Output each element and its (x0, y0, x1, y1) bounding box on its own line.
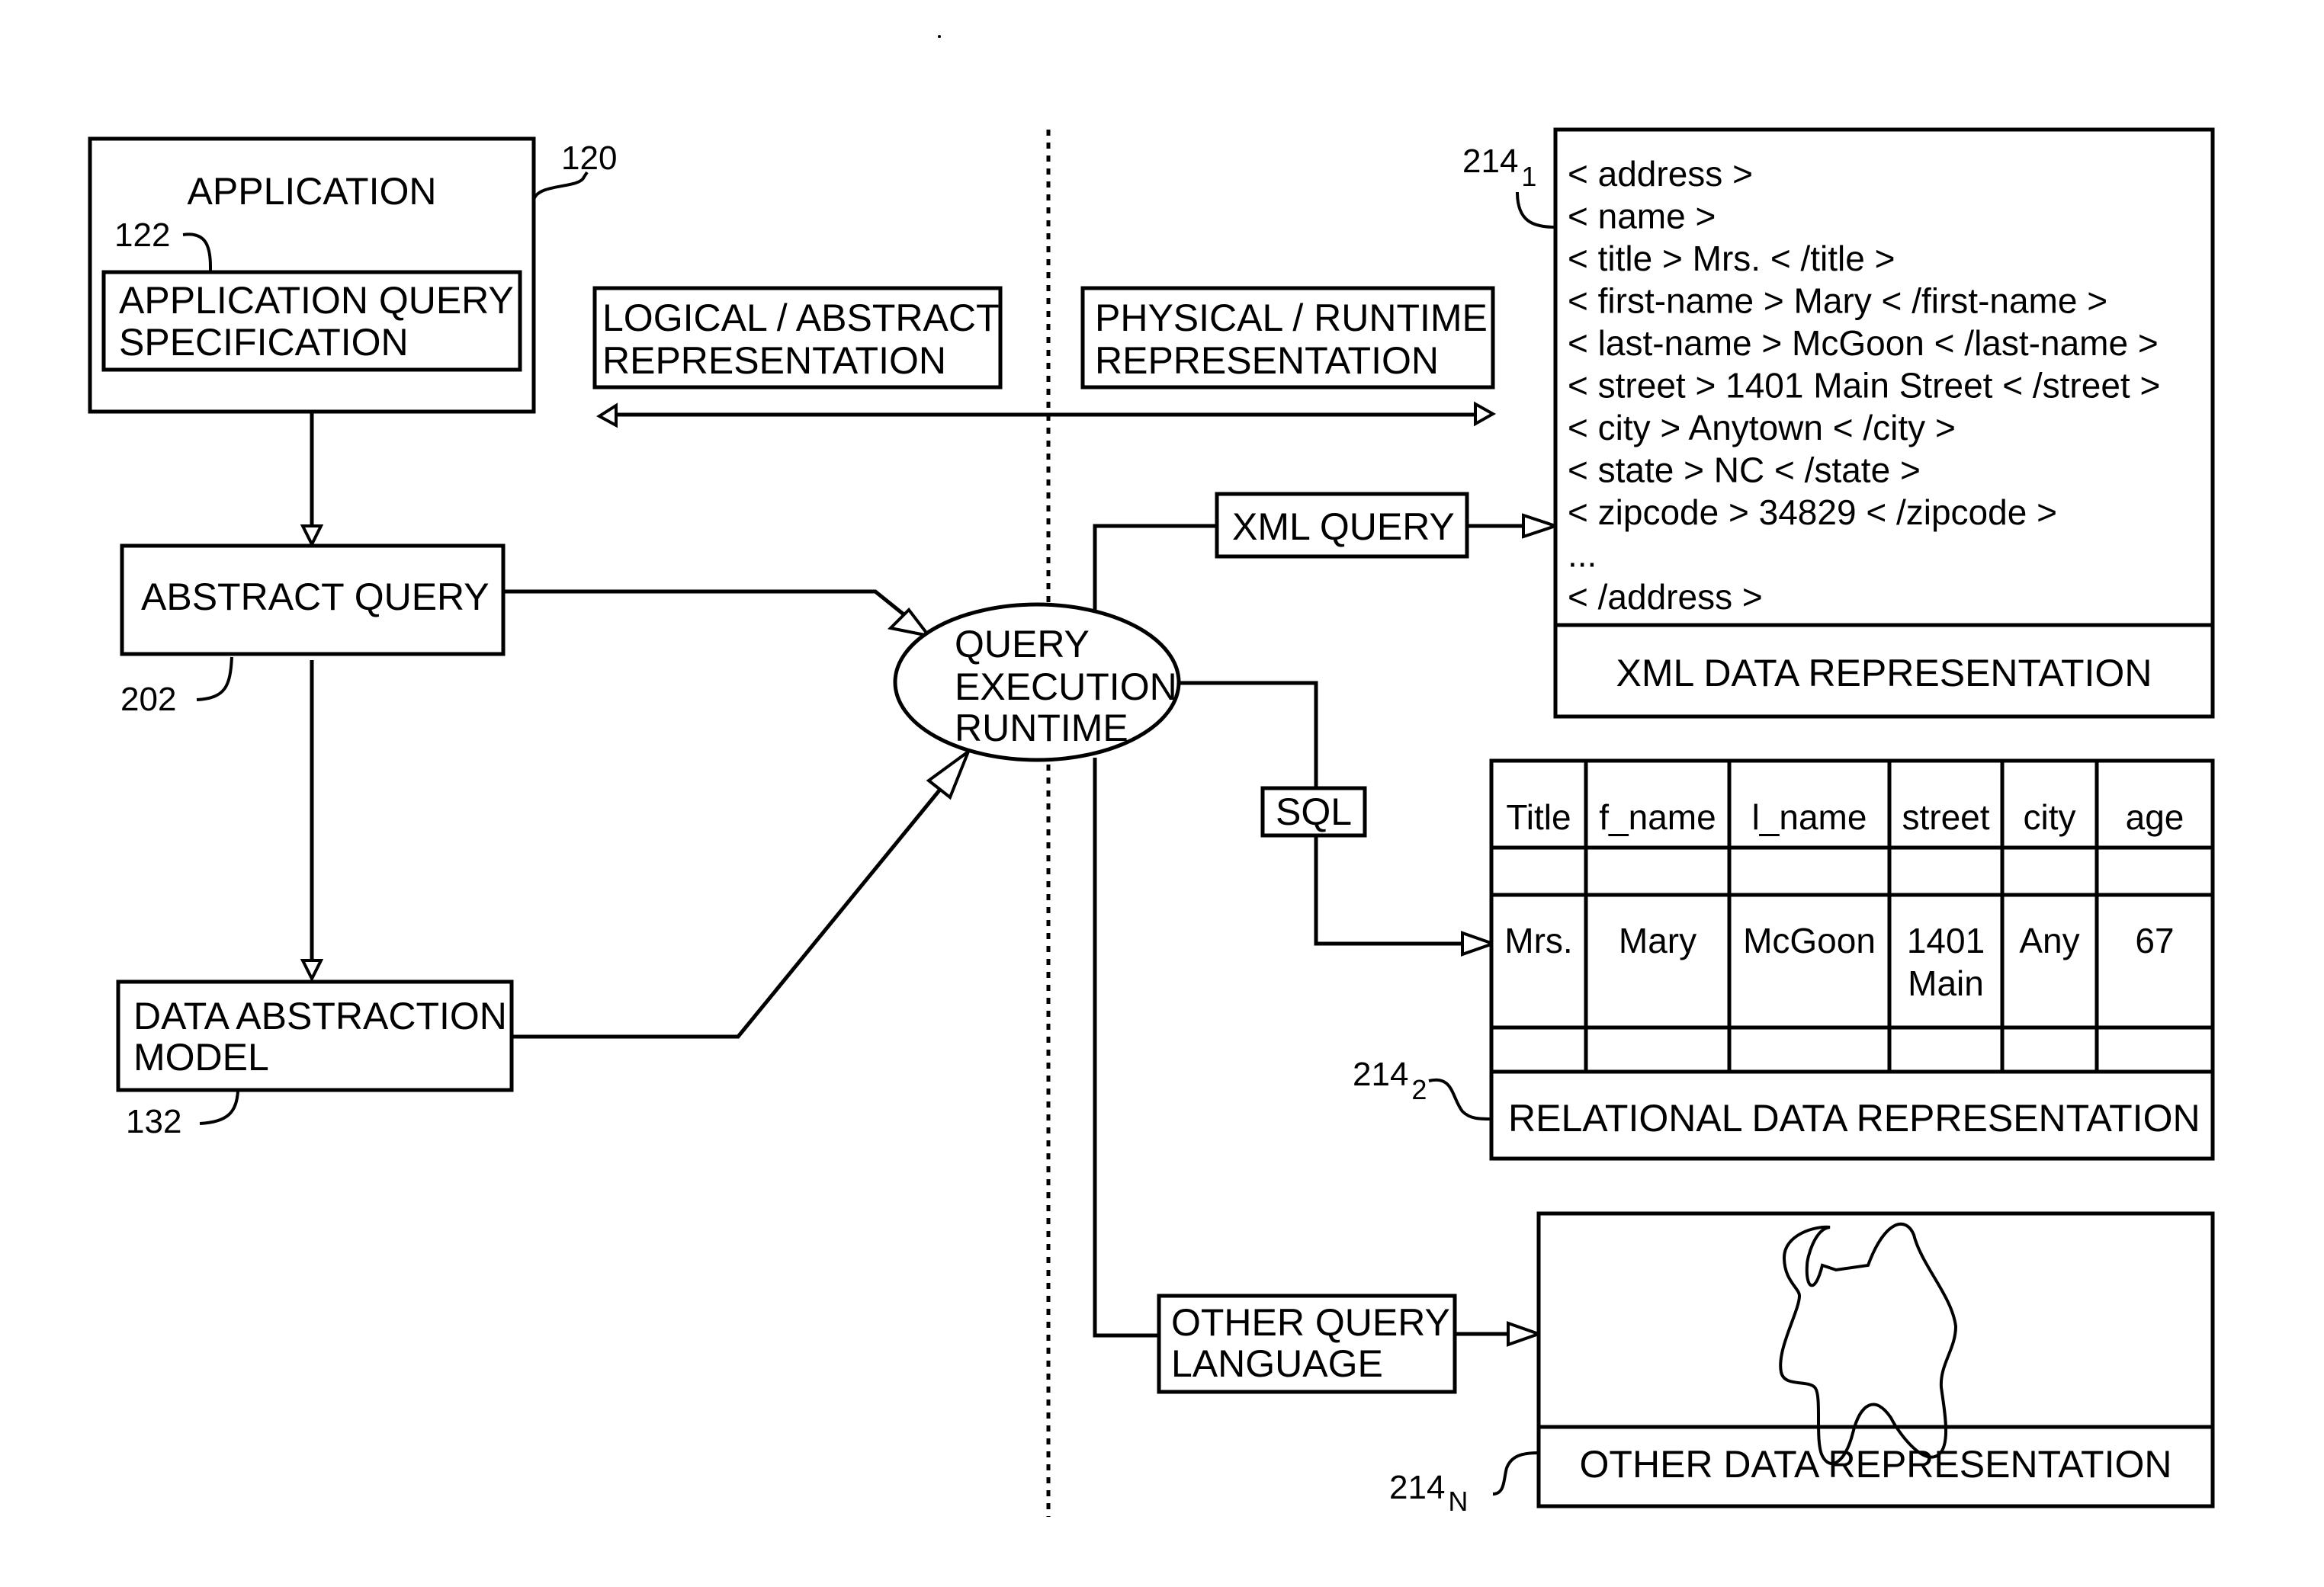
table-header-cell: l_name (1752, 797, 1867, 837)
query-architecture-diagram: APPLICATION APPLICATION QUERY SPECIFICAT… (88, 35, 2215, 1517)
ref-132: 132 (126, 1103, 181, 1140)
ref-132-leader (199, 1091, 239, 1125)
relational-repr-caption: RELATIONAL DATA REPRESENTATION (1508, 1097, 2200, 1140)
ref-214-n-sub: N (1448, 1486, 1468, 1517)
relational-data-representation[interactable]: Title f_name l_name street city age Mrs. Mary Mc… (1489, 758, 2215, 1161)
ref-214-1-sub: 1 (1521, 161, 1536, 192)
xml-line: < first-name > Mary < /first-name > (1568, 281, 2107, 321)
xml-line: < zipcode > 34829 < /zipcode > (1568, 492, 2057, 532)
table-header-cell: street (1902, 797, 1989, 837)
xml-data-representation[interactable]: < address >< name >< title > Mrs. < /tit… (1553, 127, 2215, 719)
ref-214-n-leader (1492, 1451, 1539, 1496)
xml-repr-caption: XML DATA REPRESENTATION (1616, 652, 2152, 694)
other-data-representation[interactable]: OTHER DATA REPRESENTATION (1536, 1211, 2215, 1508)
arrowhead-icon (1522, 513, 1561, 539)
edge-dam-to-runtime (512, 785, 944, 1039)
application-query-spec-line-1: APPLICATION QUERY (119, 279, 514, 322)
table-header-cell: Title (1506, 797, 1571, 837)
dam-label-line-2: MODEL (133, 1036, 269, 1079)
ref-202: 202 (120, 681, 176, 718)
ref-214-n-main: 214 (1389, 1469, 1445, 1506)
data-abstraction-model-node[interactable]: DATA ABSTRACTION MODEL (116, 979, 514, 1092)
xml-line: < street > 1401 Main Street < /street > (1568, 366, 2160, 406)
xml-line: < city > Anytown < /city > (1568, 408, 1956, 447)
xml-line: < state > NC < /state > (1568, 450, 1921, 490)
dam-label-line-1: DATA ABSTRACTION (133, 995, 507, 1037)
arrowhead-icon (926, 747, 972, 800)
xml-query-node[interactable]: XML QUERY (1215, 492, 1469, 559)
table-cell: Any (2019, 921, 2079, 960)
edge-runtime-to-sql (1179, 681, 1318, 788)
table-header-cell: f_name (1599, 797, 1716, 837)
other-query-language-node[interactable]: OTHER QUERY LANGUAGE (1157, 1294, 1457, 1394)
table-header-cell: age (2126, 797, 2184, 837)
other-query-label-line-2: LANGUAGE (1171, 1342, 1383, 1385)
physical-header-line-2: REPRESENTATION (1095, 339, 1439, 382)
ref-214-2-main: 214 (1353, 1056, 1408, 1093)
xml-line: < last-name > McGoon < /last-name > (1568, 323, 2159, 363)
arrowhead-icon (300, 524, 324, 548)
physical-header-line-1: PHYSICAL / RUNTIME (1095, 297, 1488, 339)
xml-line: ... (1568, 535, 1597, 575)
arrowhead-icon (887, 607, 932, 639)
edge-runtime-to-xml-query (1093, 524, 1217, 610)
xml-line: < name > (1568, 197, 1716, 236)
ref-202-leader (196, 656, 233, 701)
logical-header-line-2: REPRESENTATION (602, 339, 946, 382)
xml-line: < address > (1568, 154, 1753, 194)
application-title: APPLICATION (188, 170, 437, 213)
ref-214-2: 214 2 (1353, 1056, 1427, 1105)
logical-abstract-header: LOGICAL / ABSTRACT REPRESENTATION (592, 286, 1003, 390)
other-query-label-line-1: OTHER QUERY (1171, 1301, 1450, 1344)
abstract-query-label: ABSTRACT QUERY (141, 575, 490, 618)
logical-header-line-1: LOGICAL / ABSTRACT (602, 297, 1000, 339)
arrowhead-icon (300, 959, 324, 983)
edge-abstract-query-to-runtime (503, 589, 924, 631)
ref-214-1-main: 214 (1462, 143, 1518, 180)
abstract-query-node[interactable]: ABSTRACT QUERY (120, 543, 506, 656)
arrowhead-icon (1461, 931, 1498, 957)
edge-sql-to-relational (1314, 835, 1462, 946)
xml-line: < /address > (1568, 577, 1763, 617)
ref-214-1: 214 1 (1462, 143, 1536, 192)
edge-runtime-to-other-query (1093, 758, 1159, 1338)
application-node[interactable]: APPLICATION APPLICATION QUERY SPECIFICAT… (88, 136, 536, 414)
arrow-right-icon (1474, 401, 1497, 427)
ref-120: 120 (561, 139, 617, 177)
table-cell: 1401 (1907, 921, 1985, 960)
runtime-label-line-2: EXECUTION (955, 665, 1177, 708)
application-query-spec-line-2: SPECIFICATION (119, 321, 409, 364)
scan-speck (938, 35, 941, 38)
other-repr-caption: OTHER DATA REPRESENTATION (1580, 1443, 2172, 1486)
xml-query-label: XML QUERY (1232, 505, 1455, 548)
arrow-left-icon (596, 402, 618, 428)
ref-214-2-leader (1428, 1078, 1492, 1121)
runtime-label-line-3: RUNTIME (955, 707, 1128, 749)
ref-214-n: 214 N (1389, 1469, 1468, 1517)
table-header-cell: city (2024, 797, 2076, 837)
query-execution-runtime-node[interactable]: QUERY EXECUTION RUNTIME (893, 602, 1181, 762)
sql-node[interactable]: SQL (1260, 786, 1367, 838)
sql-label: SQL (1276, 790, 1352, 833)
ref-214-1-leader (1516, 191, 1556, 229)
table-cell: McGoon (1743, 921, 1876, 960)
xml-line: < title > Mrs. < /title > (1568, 239, 1895, 278)
table-cell: Mrs. (1504, 921, 1572, 960)
table-cell: 67 (2135, 921, 2174, 960)
table-cell: Mary (1619, 921, 1696, 960)
arrowhead-icon (1507, 1321, 1544, 1347)
runtime-label-line-1: QUERY (955, 623, 1090, 665)
ref-122: 122 (114, 216, 170, 254)
ref-214-2-sub: 2 (1411, 1074, 1427, 1105)
physical-runtime-header: PHYSICAL / RUNTIME REPRESENTATION (1080, 286, 1495, 390)
table-cell: Main (1908, 963, 1984, 1003)
